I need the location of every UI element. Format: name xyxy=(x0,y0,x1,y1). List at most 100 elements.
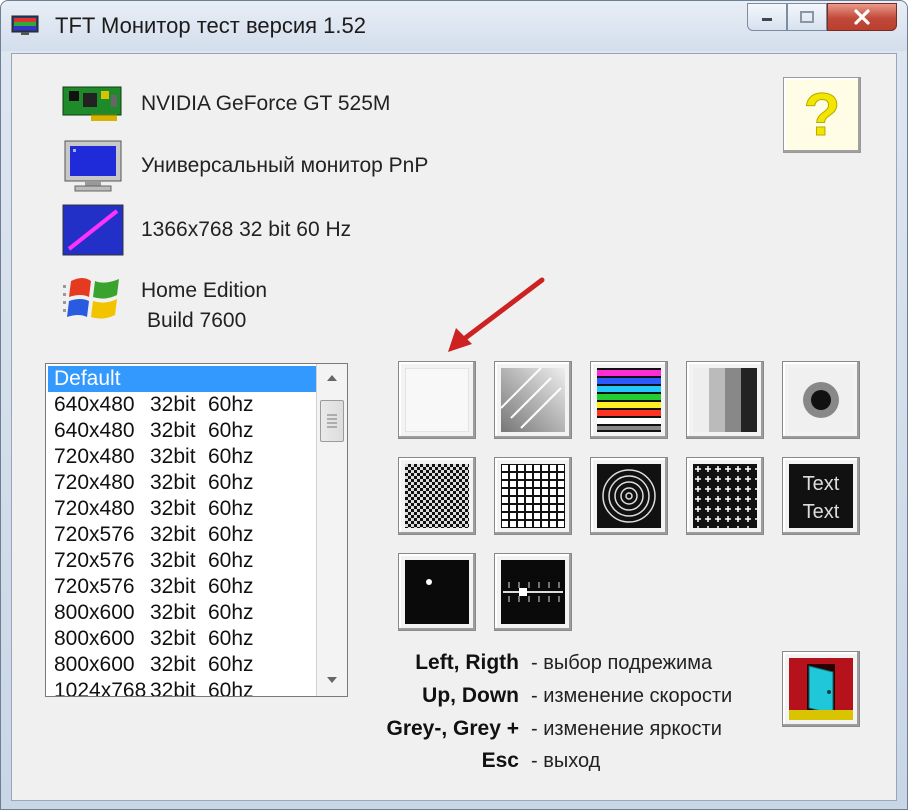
list-item-bits: 32bit xyxy=(150,549,196,572)
legend-key-grey: Grey-, Grey + xyxy=(386,717,520,740)
list-item-bits: 32bit xyxy=(150,445,196,468)
list-item-refresh: 60hz xyxy=(208,653,254,676)
test-ruler-button[interactable] xyxy=(494,553,572,631)
list-item[interactable]: 800x600 32bit 60hz xyxy=(48,652,316,678)
display-modes-list: Default 640x480 32bit 60hz 640x480 32bit 60hz… xyxy=(48,366,316,697)
exit-button[interactable] xyxy=(782,651,860,727)
list-item[interactable]: 800x600 32bit 60hz xyxy=(48,626,316,652)
list-item[interactable]: 720x480 32bit 60hz xyxy=(48,444,316,470)
list-item-refresh: 60hz xyxy=(208,679,254,697)
list-item-refresh: 60hz xyxy=(208,601,254,624)
list-item-resolution: 720x576 xyxy=(54,549,135,572)
window-title: TFT Монитор тест версия 1.52 xyxy=(55,13,366,38)
list-item-selected[interactable]: Default xyxy=(48,366,316,392)
text-sample-line-2: Text xyxy=(803,501,840,523)
list-item-resolution: 800x600 xyxy=(54,653,135,676)
svg-text:?: ? xyxy=(804,85,841,145)
display-mode-text: 1366x768 32 bit 60 Hz xyxy=(141,218,352,241)
windows-logo-icon xyxy=(63,278,119,319)
grip-icon xyxy=(327,414,337,428)
list-item-resolution: 720x480 xyxy=(54,497,135,520)
list-item-resolution: 640x480 xyxy=(54,419,135,442)
list-item[interactable]: 640x480 32bit 60hz xyxy=(48,418,316,444)
list-item-refresh: 60hz xyxy=(208,471,254,494)
list-item[interactable]: 720x576 32bit 60hz xyxy=(48,522,316,548)
list-item[interactable]: 720x480 32bit 60hz xyxy=(48,496,316,522)
test-text-button[interactable]: Text Text xyxy=(782,457,860,535)
list-item-resolution: 720x576 xyxy=(54,523,135,546)
crosses-grid-icon xyxy=(693,464,757,528)
os-build: Build 7600 xyxy=(147,309,247,332)
legend-key-left-right: Left, Rigth xyxy=(415,651,519,674)
text-sample-line-1: Text xyxy=(803,473,840,495)
test-circle-button[interactable] xyxy=(782,361,860,439)
help-button[interactable]: ? xyxy=(783,77,861,153)
text-sample-icon: Text Text xyxy=(789,464,853,528)
legend-key-up-down: Up, Down xyxy=(422,684,519,707)
list-item-resolution: 720x576 xyxy=(54,575,135,598)
list-item-resolution: 1024x768 xyxy=(54,679,147,697)
display-mode-row: 1366x768 32 bit 60 Hz xyxy=(61,203,351,257)
display-modes-listbox[interactable]: Default 640x480 32bit 60hz 640x480 32bit 60hz… xyxy=(45,363,348,697)
list-item-refresh: 60hz xyxy=(208,497,254,520)
white-field-icon xyxy=(405,368,469,432)
test-crosses-button[interactable] xyxy=(686,457,764,535)
list-item[interactable]: 720x576 32bit 60hz xyxy=(48,574,316,600)
maximize-button[interactable] xyxy=(787,3,827,31)
list-item[interactable]: 800x600 32bit 60hz xyxy=(48,600,316,626)
close-icon xyxy=(854,9,870,25)
graphics-card-icon xyxy=(62,86,122,121)
list-item-refresh: 60hz xyxy=(208,419,254,442)
list-item-resolution: 800x600 xyxy=(54,601,135,624)
list-item[interactable]: 1024x768 32bit 60hz xyxy=(48,678,316,697)
list-item-refresh: 60hz xyxy=(208,523,254,546)
list-scrollbar[interactable] xyxy=(316,364,347,696)
legend-key-esc: Esc xyxy=(481,749,519,772)
legend-desc-esc: - выход xyxy=(531,750,601,772)
list-item[interactable]: 720x480 32bit 60hz xyxy=(48,470,316,496)
chevron-down-icon xyxy=(327,677,337,683)
list-item-bits: 32bit xyxy=(150,653,196,676)
list-item-refresh: 60hz xyxy=(208,575,254,598)
list-item-bits: 32bit xyxy=(150,679,196,697)
chevron-up-icon xyxy=(327,375,337,381)
monitor-icon xyxy=(64,140,122,192)
list-item-refresh: 60hz xyxy=(208,627,254,650)
test-moving-dot-button[interactable] xyxy=(398,553,476,631)
list-item-refresh: 60hz xyxy=(208,445,254,468)
list-item-refresh: 60hz xyxy=(208,393,254,416)
close-button[interactable] xyxy=(827,3,897,31)
gray-bars-icon xyxy=(693,368,757,432)
title-bar[interactable]: TFT Монитор тест версия 1.52 xyxy=(1,1,907,51)
list-item[interactable]: 640x480 32bit 60hz xyxy=(48,392,316,418)
app-window: TFT Монитор тест версия 1.52 NVIDIA GeFo… xyxy=(0,0,908,810)
list-item-bits: 32bit xyxy=(150,575,196,598)
test-checker-button[interactable] xyxy=(398,457,476,535)
minimize-icon xyxy=(762,18,772,21)
test-color-bars-button[interactable] xyxy=(590,361,668,439)
legend-desc-grey: - изменение яркости xyxy=(531,718,722,740)
list-item-bits: 32bit xyxy=(150,393,196,416)
test-grid-button[interactable] xyxy=(494,457,572,535)
scroll-thumb[interactable] xyxy=(320,400,344,442)
test-gray-bars-button[interactable] xyxy=(686,361,764,439)
scroll-up-button[interactable] xyxy=(317,366,347,390)
test-white-field-button[interactable] xyxy=(398,361,476,439)
list-item-refresh: 60hz xyxy=(208,549,254,572)
os-edition: Home Edition xyxy=(141,279,268,302)
list-item-resolution: 720x480 xyxy=(54,445,135,468)
checkerboard-icon xyxy=(405,464,469,528)
legend-desc-up-down: - изменение скорости xyxy=(531,685,733,707)
minimize-button[interactable] xyxy=(747,3,787,31)
list-item-resolution: 800x600 xyxy=(54,627,135,650)
list-item-bits: 32bit xyxy=(150,523,196,546)
display-mode-icon xyxy=(62,204,124,256)
list-item[interactable]: 720x576 32bit 60hz xyxy=(48,548,316,574)
test-concentric-button[interactable] xyxy=(590,457,668,535)
monitor-name: Универсальный монитор PnP xyxy=(141,154,429,177)
gradient-stripes-icon xyxy=(501,368,565,432)
list-item-bits: 32bit xyxy=(150,419,196,442)
moving-dot-icon xyxy=(405,560,469,624)
list-item-resolution: 640x480 xyxy=(54,393,135,416)
test-gradient-button[interactable] xyxy=(494,361,572,439)
